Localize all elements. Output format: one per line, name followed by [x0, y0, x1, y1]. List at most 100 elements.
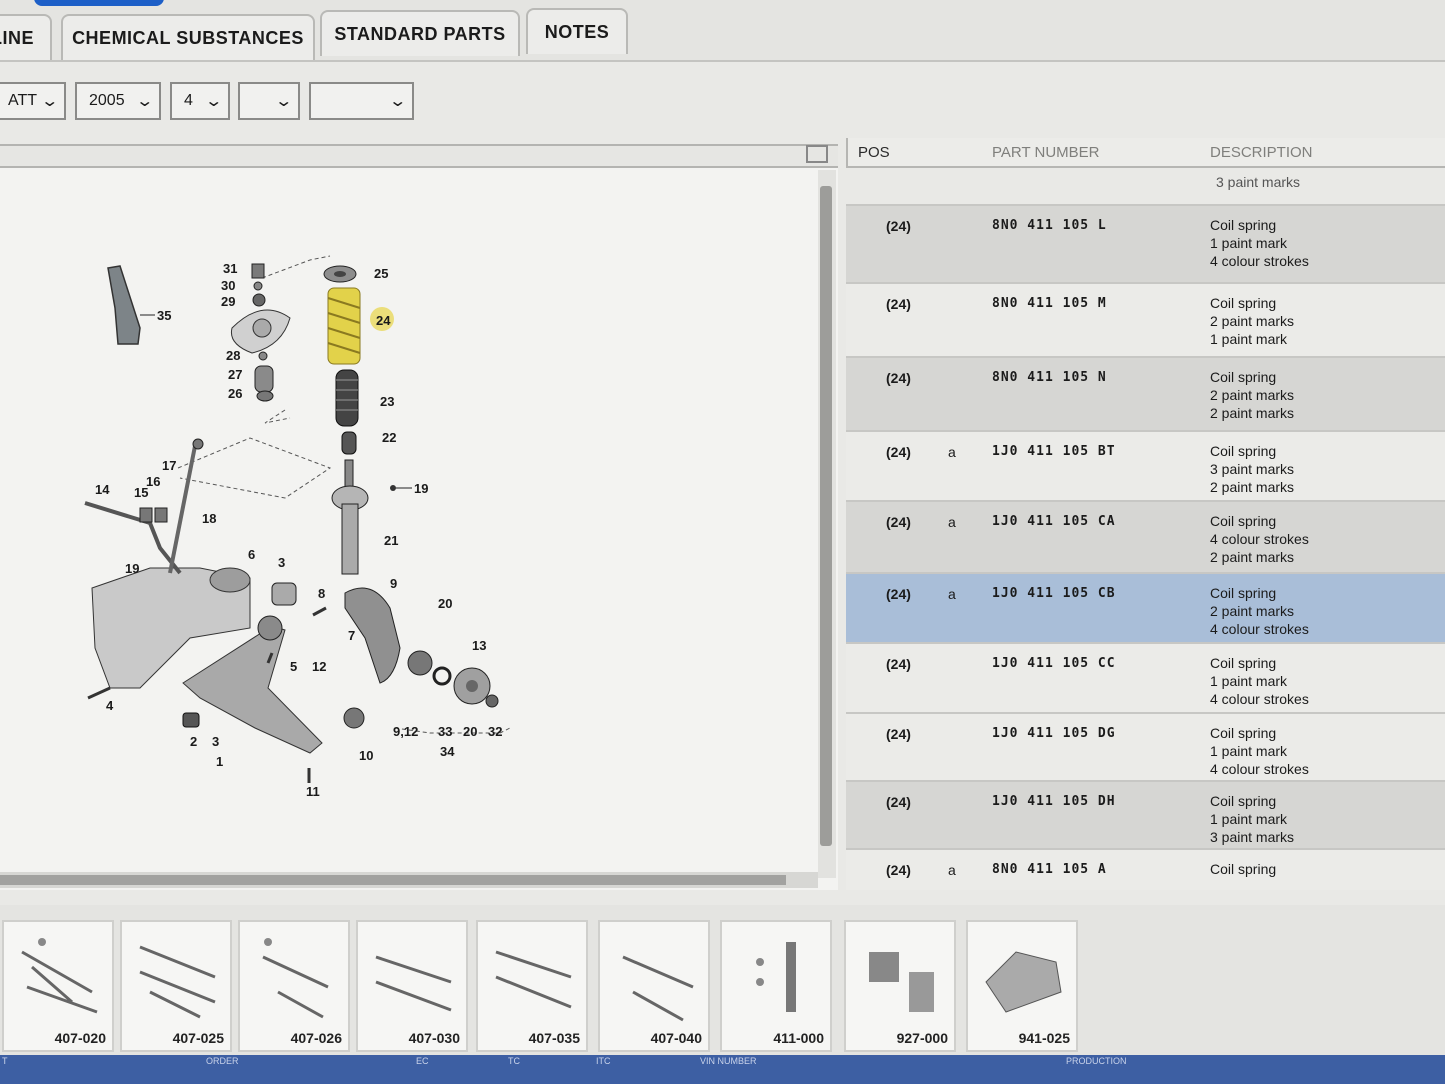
chevron-down-icon: ⌄: [134, 93, 154, 110]
table-row[interactable]: (24) 1J0 411 105 DH Coil spring 1 paint m…: [846, 780, 1445, 848]
svg-text:21: 21: [384, 533, 398, 548]
svg-text:3: 3: [278, 555, 285, 570]
svg-text:24: 24: [376, 313, 391, 328]
callout-label: 18: [202, 511, 216, 526]
svg-text:26: 26: [228, 386, 242, 401]
callout-label: 4: [106, 698, 114, 713]
thumbnail[interactable]: 407-030: [356, 920, 468, 1052]
row-pos: (24): [886, 514, 911, 530]
tab-line[interactable]: LINE: [0, 14, 52, 60]
status-label: VIN NUMBER: [700, 1056, 757, 1066]
model-select[interactable]: ATT ⌄: [0, 82, 66, 120]
table-row[interactable]: (24) 8N0 411 105 L Coil spring 1 paint ma…: [846, 204, 1445, 282]
table-row[interactable]: (24) a 8N0 411 105 A Coil spring: [846, 848, 1445, 890]
callout-label: 23: [380, 394, 394, 409]
svg-text:27: 27: [228, 367, 242, 382]
tab-chemical-substances[interactable]: CHEMICAL SUBSTANCES: [61, 14, 315, 60]
table-row[interactable]: (24) 1J0 411 105 DG Coil spring 1 paint m…: [846, 712, 1445, 780]
table-row[interactable]: (24) a 1J0 411 105 CA Coil spring 4 colou…: [846, 500, 1445, 572]
diagram-callouts: 35 31 30 29 28 27 26 25 24 23 22 19 21 9…: [95, 261, 502, 799]
callout-label: 19: [414, 481, 428, 496]
desc-line: 2 paint marks: [1210, 479, 1295, 495]
desc-line: 2 paint marks: [1210, 603, 1295, 619]
column-header-part-number[interactable]: PART NUMBER: [992, 144, 1100, 161]
row-part-number: 1J0 411 105 CA: [992, 514, 1116, 529]
table-row-selected[interactable]: (24) a 1J0 411 105 CB Coil spring 2 paint…: [846, 572, 1445, 642]
row-pos: (24): [886, 218, 911, 234]
active-indicator: [34, 0, 164, 6]
callout-label: 9: [390, 576, 397, 591]
part-35-shape[interactable]: [107, 265, 141, 345]
year-select[interactable]: 2005 ⌄: [75, 82, 161, 120]
main-group-select[interactable]: 4 ⌄: [170, 82, 230, 120]
svg-text:17: 17: [162, 458, 176, 473]
tab-notes[interactable]: NOTES: [526, 8, 628, 54]
svg-text:22: 22: [382, 430, 396, 445]
desc-line: 3 paint marks: [1210, 461, 1295, 477]
description-overflow: 3 paint marks: [1216, 174, 1301, 190]
callout-label: 11: [306, 784, 320, 799]
scrollbar-thumb[interactable]: [0, 875, 786, 885]
thumbnail-label: 407-025: [172, 1030, 224, 1046]
thumbnail[interactable]: 407-025: [120, 920, 232, 1052]
callout-label: 20: [438, 596, 452, 611]
illustration-select[interactable]: ⌄: [309, 82, 414, 120]
callout-label: 27: [228, 367, 242, 382]
desc-line: Coil spring: [1210, 217, 1277, 233]
row-part-number: 8N0 411 105 L: [992, 218, 1107, 233]
thumbnail-image: [262, 938, 329, 1019]
table-row[interactable]: (24) 8N0 411 105 M Coil spring 2 paint ma…: [846, 282, 1445, 356]
thumbnail-label: 941-025: [1018, 1030, 1070, 1046]
status-label: PRODUCTION: [1066, 1056, 1127, 1066]
desc-line: 2 paint marks: [1210, 549, 1295, 565]
desc-line: 3 paint marks: [1210, 829, 1295, 845]
row-part-number: 8N0 411 105 A: [992, 862, 1107, 877]
thumbnail[interactable]: 941-025: [966, 920, 1078, 1052]
callout-label: 6: [248, 547, 255, 562]
svg-text:3: 3: [212, 734, 219, 749]
svg-text:1: 1: [216, 754, 223, 769]
callout-label: 10: [359, 748, 373, 763]
callout-label: 32: [488, 724, 502, 739]
exploded-parts-diagram[interactable]: 35 31 30 29 28 27 26 25 24 23 22 19 21 9…: [0, 168, 818, 868]
row-description: Coil spring 2 paint marks 1 paint mark: [1210, 294, 1294, 348]
thumbnail[interactable]: 411-000: [720, 920, 832, 1052]
row-pos: (24): [886, 794, 911, 810]
svg-text:15: 15: [134, 485, 148, 500]
svg-text:25: 25: [374, 266, 388, 281]
thumbnail-label: 927-000: [896, 1030, 948, 1046]
table-row[interactable]: (24) 8N0 411 105 N Coil spring 2 paint ma…: [846, 356, 1445, 430]
sub-group-select[interactable]: ⌄: [238, 82, 300, 120]
table-row[interactable]: (24) a 1J0 411 105 BT Coil spring 3 paint…: [846, 430, 1445, 500]
chevron-down-icon: ⌄: [387, 93, 407, 110]
row-pos: (24): [886, 656, 911, 672]
panel-toggle-icon[interactable]: [806, 145, 828, 163]
svg-text:5: 5: [290, 659, 297, 674]
svg-text:23: 23: [380, 394, 394, 409]
column-header-pos[interactable]: POS: [858, 144, 890, 161]
status-label: TC: [508, 1056, 520, 1066]
scrollbar-thumb[interactable]: [820, 186, 832, 846]
callout-label: 21: [384, 533, 398, 548]
desc-line: 1 paint mark: [1210, 331, 1288, 347]
illustration-header: [0, 144, 838, 168]
thumbnail[interactable]: 927-000: [844, 920, 956, 1052]
row-pos: (24): [886, 370, 911, 386]
tab-standard-parts[interactable]: STANDARD PARTS: [320, 10, 520, 56]
thumbnail-label: 407-040: [650, 1030, 702, 1046]
row-description: Coil spring 4 colour strokes 2 paint marks: [1210, 512, 1309, 566]
thumbnail[interactable]: 407-035: [476, 920, 588, 1052]
table-row[interactable]: (24) 1J0 411 105 CC Coil spring 1 paint m…: [846, 642, 1445, 712]
desc-line: 4 colour strokes: [1210, 621, 1309, 637]
row-description: Coil spring: [1210, 860, 1276, 878]
row-pos: (24): [886, 444, 911, 460]
row-description: Coil spring 1 paint mark 4 colour strokes: [1210, 216, 1309, 270]
desc-line: Coil spring: [1210, 369, 1277, 385]
thumbnail[interactable]: 407-020: [2, 920, 114, 1052]
thumbnail[interactable]: 407-026: [238, 920, 350, 1052]
callout-label: 22: [382, 430, 396, 445]
row-mark: a: [948, 862, 956, 878]
desc-line: 2 paint marks: [1210, 405, 1295, 421]
thumbnail[interactable]: 407-040: [598, 920, 710, 1052]
column-header-description[interactable]: DESCRIPTION: [1210, 144, 1313, 161]
